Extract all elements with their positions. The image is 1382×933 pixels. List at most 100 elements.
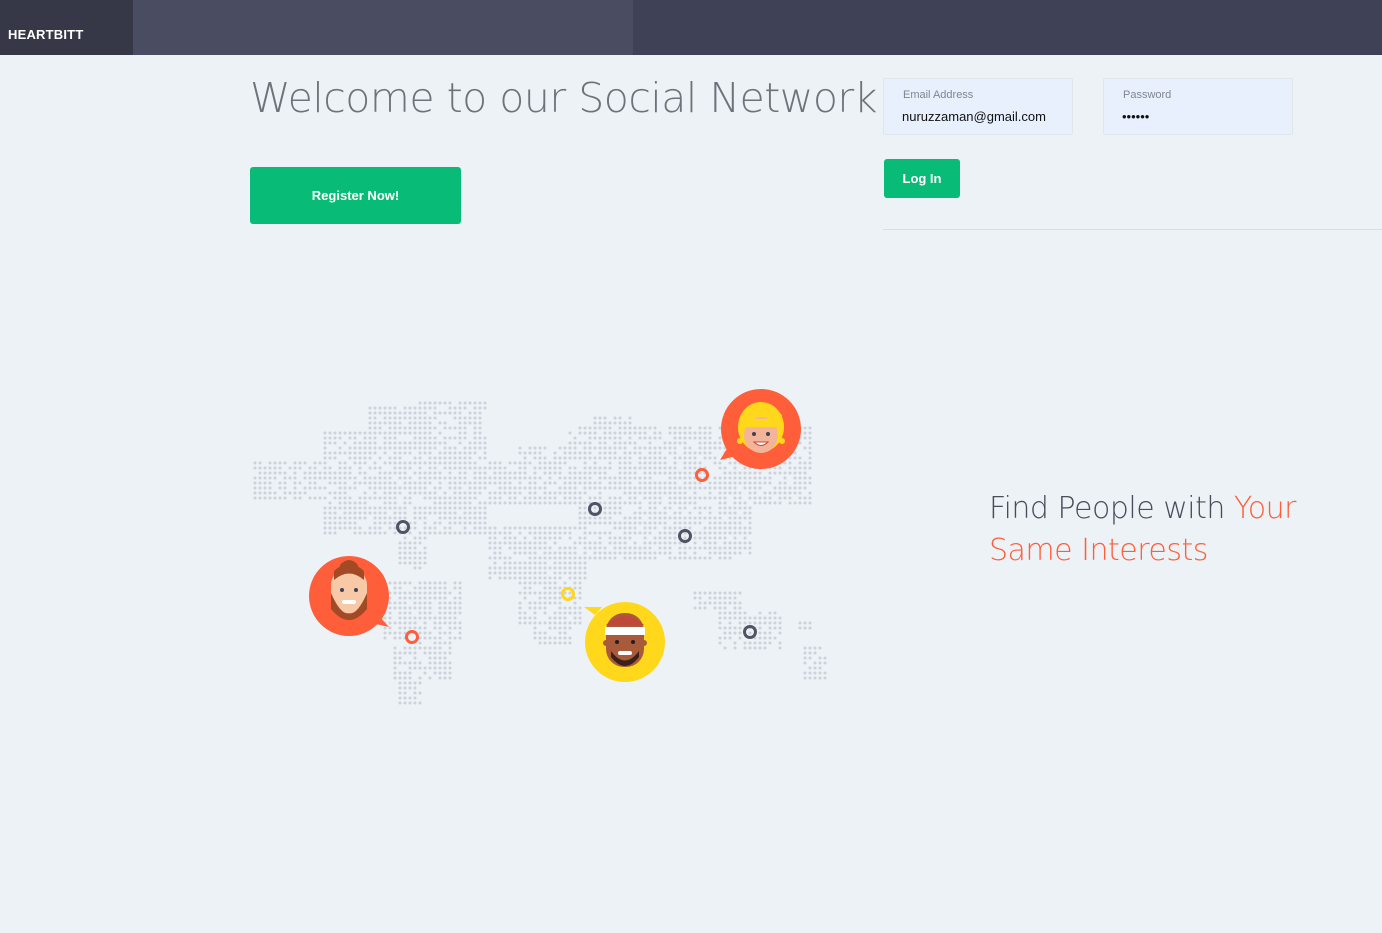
map-dot — [738, 616, 742, 620]
email-input[interactable] — [902, 109, 1067, 124]
navbar-search-area[interactable] — [133, 0, 633, 55]
map-dot — [383, 451, 387, 455]
map-dot — [598, 556, 602, 560]
map-dot — [333, 436, 337, 440]
map-dot — [448, 591, 452, 595]
map-dot — [653, 481, 657, 485]
map-dot — [458, 506, 462, 510]
map-dot — [543, 596, 547, 600]
register-button[interactable]: Register Now! — [250, 167, 461, 224]
map-dot — [428, 586, 432, 590]
brand-logo-text[interactable]: HEARTBITT — [8, 27, 83, 42]
map-dot — [328, 501, 332, 505]
map-dot — [583, 471, 587, 475]
map-dot — [308, 466, 312, 470]
map-dot — [323, 436, 327, 440]
map-dot — [323, 526, 327, 530]
map-dot — [618, 446, 622, 450]
map-dot — [298, 491, 302, 495]
map-dot — [483, 526, 487, 530]
map-dot — [748, 481, 752, 485]
map-dot — [543, 601, 547, 605]
map-dot — [518, 451, 522, 455]
map-dot — [573, 576, 577, 580]
map-dot — [553, 536, 557, 540]
map-dot — [428, 646, 432, 650]
map-dot — [408, 546, 412, 550]
map-dot — [353, 521, 357, 525]
headband-man-avatar-icon — [584, 602, 665, 682]
map-dot — [443, 591, 447, 595]
map-dot — [388, 616, 392, 620]
map-dot — [418, 426, 422, 430]
map-dot — [458, 606, 462, 610]
password-input[interactable] — [1122, 109, 1287, 124]
map-dot — [728, 601, 732, 605]
map-dot — [688, 501, 692, 505]
map-dot — [638, 431, 642, 435]
map-dot — [473, 486, 477, 490]
map-dot — [423, 671, 427, 675]
email-field[interactable]: Email Address — [883, 78, 1073, 135]
map-dot — [448, 651, 452, 655]
map-dot — [463, 496, 467, 500]
map-dot — [423, 521, 427, 525]
map-dot — [408, 686, 412, 690]
map-dot — [583, 551, 587, 555]
map-dot — [553, 526, 557, 530]
map-dot — [413, 616, 417, 620]
map-dot — [648, 461, 652, 465]
map-dot — [568, 621, 572, 625]
map-dot — [673, 481, 677, 485]
map-dot — [428, 526, 432, 530]
map-dot — [538, 606, 542, 610]
map-dot — [743, 506, 747, 510]
map-dot — [603, 511, 607, 515]
map-dot — [633, 491, 637, 495]
map-dot — [558, 636, 562, 640]
map-dot — [778, 486, 782, 490]
map-dot — [413, 651, 417, 655]
map-dot — [723, 476, 727, 480]
map-dot — [653, 451, 657, 455]
password-field[interactable]: Password — [1103, 78, 1293, 135]
map-dot — [723, 551, 727, 555]
map-dot — [538, 451, 542, 455]
map-dot — [423, 471, 427, 475]
map-dot — [423, 636, 427, 640]
map-dot — [743, 611, 747, 615]
email-label: Email Address — [903, 89, 974, 101]
map-dot — [668, 506, 672, 510]
map-dot — [658, 471, 662, 475]
map-dot — [363, 431, 367, 435]
map-dot — [413, 646, 417, 650]
map-dot — [418, 471, 422, 475]
map-dot — [673, 556, 677, 560]
map-dot — [523, 536, 527, 540]
map-dot — [443, 611, 447, 615]
map-dot — [698, 451, 702, 455]
map-dot — [413, 691, 417, 695]
map-dot — [548, 551, 552, 555]
map-dot — [788, 491, 792, 495]
map-dot — [563, 561, 567, 565]
map-dot — [368, 481, 372, 485]
map-dot — [683, 451, 687, 455]
map-dot — [523, 561, 527, 565]
map-dot — [623, 451, 627, 455]
map-dot — [428, 466, 432, 470]
map-dot — [798, 461, 802, 465]
map-dot — [543, 576, 547, 580]
map-dot — [463, 501, 467, 505]
brand-container[interactable]: HEARTBITT — [0, 0, 133, 55]
map-dot — [488, 491, 492, 495]
map-dot — [653, 446, 657, 450]
map-dot — [498, 476, 502, 480]
map-dot — [568, 536, 572, 540]
map-dot — [308, 471, 312, 475]
login-button[interactable]: Log In — [884, 159, 960, 198]
map-dot — [658, 536, 662, 540]
map-dot — [383, 511, 387, 515]
map-dot — [738, 591, 742, 595]
map-dot — [598, 546, 602, 550]
